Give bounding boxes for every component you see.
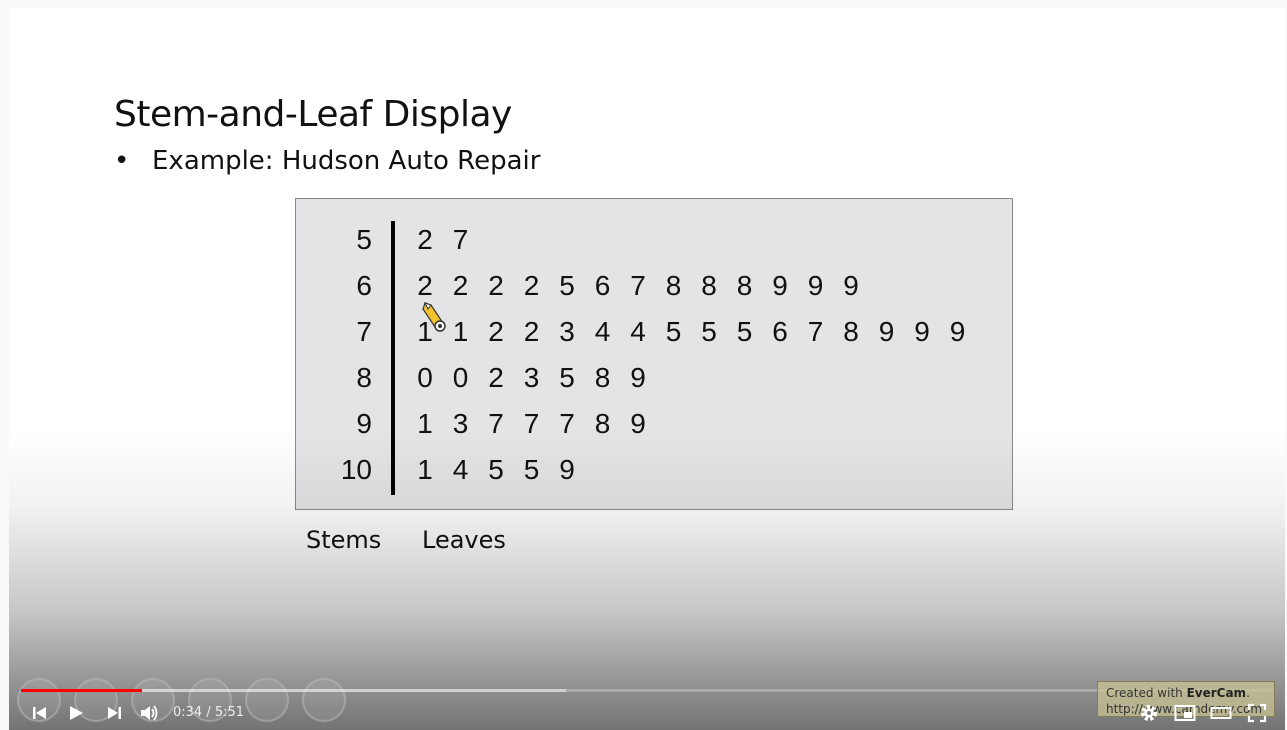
video-player[interactable]: Stem-and-Leaf Display • Example: Hudson A…	[9, 8, 1285, 730]
progress-bar[interactable]	[21, 689, 1273, 692]
leaf-value: 6	[772, 316, 788, 347]
leaf-value: 9	[559, 454, 575, 485]
stem-leaf-row: 71122344555678999	[296, 316, 996, 362]
leaf-value: 4	[452, 454, 469, 485]
slide: Stem-and-Leaf Display • Example: Hudson A…	[9, 8, 1285, 730]
leaf-value: 4	[594, 316, 611, 347]
stem-and-leaf-table: 5276222256788899971122344555678999800235…	[295, 198, 1013, 510]
skip-previous-icon[interactable]	[27, 700, 53, 726]
stem-leaf-row: 5 27	[296, 224, 996, 270]
leaf-value: 9	[949, 316, 966, 347]
leaf-value: 2	[523, 270, 540, 301]
leaf-value: 4	[630, 316, 646, 347]
stems-label: Stems	[306, 526, 382, 554]
theater-mode-icon[interactable]	[1208, 700, 1234, 726]
fullscreen-icon[interactable]	[1244, 700, 1270, 726]
leaf-value: 9	[772, 270, 788, 301]
stem-value: 7	[356, 316, 372, 347]
leaf-value: 5	[559, 362, 575, 393]
leaf-value: 0	[452, 362, 469, 393]
leaf-value: 8	[736, 270, 753, 301]
volume-icon[interactable]	[137, 700, 163, 726]
stem-value: 8	[356, 362, 372, 393]
leaves-label: Leaves	[422, 526, 506, 554]
leaf-value: 5	[701, 316, 717, 347]
stem-value: 6	[356, 270, 372, 301]
leaf-value: 5	[488, 454, 504, 485]
leaf-value: 7	[807, 316, 824, 347]
leaf-value: 2	[452, 270, 469, 301]
leaf-value: 0	[417, 362, 433, 393]
play-icon[interactable]	[63, 700, 89, 726]
player-controls: 0:34 / 5:51	[9, 696, 1285, 730]
leaf-value: 5	[523, 454, 540, 485]
leaf-value: 9	[630, 408, 646, 439]
gear-icon[interactable]	[1136, 700, 1162, 726]
stem-leaf-row: 62222567888999	[296, 270, 996, 316]
stem-value: 9	[356, 408, 372, 439]
leaf-value: 1	[417, 454, 433, 485]
leaf-value: 7	[452, 224, 469, 255]
leaf-value: 9	[878, 316, 895, 347]
stem-value: 5	[356, 224, 372, 255]
leaf-value: 2	[488, 270, 504, 301]
leaf-value: 2	[417, 224, 433, 255]
stem-leaf-row: 80023589	[296, 362, 996, 408]
leaf-value: 7	[488, 408, 504, 439]
leaf-value: 8	[843, 316, 859, 347]
leaf-value: 8	[665, 270, 682, 301]
stem-leaf-row: 10 1 4 5 5 9	[296, 454, 996, 500]
progress-played	[21, 689, 143, 692]
pencil-cursor-icon	[422, 302, 446, 332]
leaf-value: 9	[630, 362, 646, 393]
leaf-value: 7	[630, 270, 646, 301]
leaf-value: 5	[665, 316, 682, 347]
leaf-value: 3	[452, 408, 469, 439]
bullet-symbol: •	[114, 146, 130, 176]
leaf-value: 2	[523, 316, 540, 347]
stem-leaf-row: 91377789	[296, 408, 996, 454]
bullet-text: Example: Hudson Auto Repair	[152, 146, 541, 176]
time-display: 0:34 / 5:51	[173, 705, 245, 720]
leaf-value: 8	[594, 362, 611, 393]
miniplayer-icon[interactable]	[1172, 700, 1198, 726]
leaf-value: 9	[807, 270, 824, 301]
leaf-value: 8	[594, 408, 611, 439]
slide-title: Stem-and-Leaf Display	[114, 94, 512, 135]
leaf-value: 9	[843, 270, 859, 301]
skip-next-icon[interactable]	[101, 700, 127, 726]
leaf-value: 3	[559, 316, 575, 347]
leaf-value: 7	[559, 408, 575, 439]
leaf-value: 2	[417, 270, 433, 301]
leaf-value: 6	[594, 270, 611, 301]
leaf-value: 5	[559, 270, 575, 301]
leaf-value: 8	[701, 270, 717, 301]
leaf-value: 3	[523, 362, 540, 393]
leaf-value: 1	[417, 408, 433, 439]
leaf-value: 5	[736, 316, 753, 347]
leaf-value: 2	[488, 362, 504, 393]
leaf-value: 7	[523, 408, 540, 439]
leaf-value: 9	[914, 316, 930, 347]
slide-bullet: • Example: Hudson Auto Repair	[114, 146, 540, 176]
leaf-value: 2	[488, 316, 504, 347]
stem-value: 10	[340, 454, 372, 485]
